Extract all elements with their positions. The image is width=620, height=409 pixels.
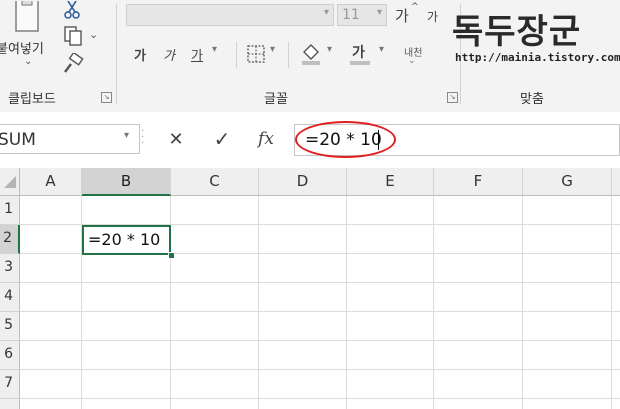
row-number: 4: [4, 288, 13, 304]
select-all-triangle-icon: [4, 176, 16, 188]
column-header-d[interactable]: D: [259, 168, 347, 196]
clipboard-group-label: 클립보드: [8, 92, 56, 107]
watermark-title: 독두장군: [452, 12, 582, 52]
gridline: [20, 398, 620, 399]
gridline: [20, 369, 620, 370]
checkmark-icon: ✓: [213, 127, 231, 151]
column-header-c[interactable]: C: [171, 168, 259, 196]
decrease-font-size-button[interactable]: 가: [427, 8, 438, 25]
row-header-7[interactable]: 7: [0, 370, 20, 399]
row-header-3[interactable]: 3: [0, 254, 20, 283]
divider: [236, 42, 237, 68]
fx-icon: fx: [258, 129, 274, 149]
format-painter-icon[interactable]: [60, 52, 86, 76]
row-header-4[interactable]: 4: [0, 283, 20, 312]
gridline: [433, 196, 434, 409]
row-number: 3: [4, 259, 13, 275]
font-name-combobox[interactable]: ▾: [126, 4, 334, 26]
column-header-partial[interactable]: [612, 168, 620, 196]
alignment-group-label: 맞춤: [520, 92, 544, 107]
active-cell-b2[interactable]: =20 * 10: [82, 225, 171, 255]
font-color-bar: [350, 61, 370, 65]
bold-button[interactable]: 가: [134, 45, 146, 64]
chevron-down-icon: ▾: [323, 7, 329, 18]
gridline: [20, 340, 620, 341]
cancel-icon: ✕: [168, 128, 184, 150]
row-number: 7: [4, 375, 13, 391]
fill-color-dropdown-chevron-icon[interactable]: ▾: [327, 44, 332, 55]
fill-handle[interactable]: [168, 252, 175, 259]
column-header-b[interactable]: B: [82, 168, 171, 196]
row-header-5[interactable]: 5: [0, 312, 20, 341]
font-size-combobox[interactable]: 11 ▾: [337, 4, 387, 26]
name-box[interactable]: SUM: [0, 124, 140, 154]
column-header-a[interactable]: A: [20, 168, 82, 196]
font-color-dropdown-chevron-icon[interactable]: ▾: [379, 44, 384, 55]
italic-button[interactable]: 가: [163, 45, 175, 64]
gridline: [522, 196, 523, 409]
cut-icon[interactable]: [60, 0, 84, 20]
column-header-f[interactable]: F: [434, 168, 523, 196]
gridline: [20, 282, 620, 283]
row-number: 6: [4, 346, 13, 362]
chevron-down-icon: ▾: [376, 7, 382, 18]
name-box-value: SUM: [0, 130, 36, 150]
worksheet-grid[interactable]: [0, 168, 620, 409]
row-header-2[interactable]: 2: [0, 225, 20, 254]
column-header-e[interactable]: E: [347, 168, 434, 196]
group-separator: [116, 4, 117, 104]
font-size-value: 11: [342, 7, 360, 23]
insert-function-button[interactable]: fx: [246, 126, 286, 152]
row-number: 5: [4, 317, 13, 333]
font-dialog-launcher-icon[interactable]: ↘: [447, 92, 458, 103]
paste-button-label[interactable]: 붙여넣기: [0, 38, 44, 57]
gridline: [258, 196, 259, 409]
font-color-button[interactable]: 가: [352, 42, 365, 62]
borders-dropdown-chevron-icon[interactable]: ▾: [270, 44, 275, 55]
paste-dropdown-chevron-icon[interactable]: ⌄: [24, 56, 32, 67]
copy-icon[interactable]: [60, 25, 86, 47]
borders-icon[interactable]: [244, 42, 268, 66]
column-header-g[interactable]: G: [523, 168, 612, 196]
enter-button[interactable]: ✓: [202, 126, 242, 152]
cell-b2-value: =20 * 10: [88, 230, 161, 249]
divider: [288, 42, 289, 68]
formula-bar-splitter-icon[interactable]: · · ·: [141, 127, 145, 149]
name-box-dropdown-chevron-icon[interactable]: ▾: [124, 130, 129, 141]
row-number: 2: [3, 230, 12, 246]
watermark-url: http://mainia.tistory.com: [455, 51, 620, 64]
gridline: [20, 311, 620, 312]
hangul-dropdown-chevron-icon[interactable]: ⌄: [408, 56, 416, 66]
gridline: [611, 196, 612, 409]
row-header-partial[interactable]: [0, 399, 20, 409]
row-header-6[interactable]: 6: [0, 341, 20, 370]
row-header-1[interactable]: 1: [0, 196, 20, 225]
row-number: 1: [4, 201, 13, 217]
gridline: [346, 196, 347, 409]
increase-font-caret-icon: ^: [411, 2, 419, 12]
clipboard-dialog-launcher-icon[interactable]: ↘: [101, 92, 112, 103]
paste-icon[interactable]: [4, 0, 48, 36]
font-group-label: 글꼴: [264, 92, 288, 107]
increase-font-size-button[interactable]: 가: [395, 5, 409, 26]
underline-dropdown-chevron-icon[interactable]: ▾: [212, 44, 217, 55]
copy-dropdown-chevron-icon[interactable]: ⌄: [89, 28, 98, 41]
fill-color-icon[interactable]: [298, 40, 324, 68]
cancel-button[interactable]: ✕: [156, 126, 196, 152]
annotation-highlight-oval: [295, 121, 396, 158]
underline-button[interactable]: 가: [191, 45, 203, 64]
